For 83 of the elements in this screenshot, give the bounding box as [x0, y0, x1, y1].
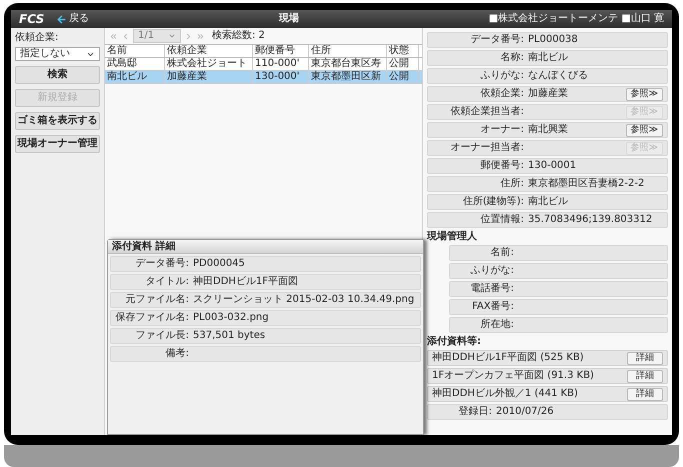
attachment-name: 神田DDHビル外観／1 (441 KB)	[432, 388, 578, 400]
table-cell: 公開	[387, 58, 419, 70]
field-label: 名称:	[500, 52, 524, 64]
field-label: データ番号:	[134, 258, 189, 270]
field-label: 元ファイル名:	[124, 294, 189, 306]
field-value: 南北興業	[528, 124, 568, 136]
window-title: 現場	[278, 13, 300, 25]
field-label: 依頼企業担当者:	[450, 106, 524, 118]
table-cell: 東京都墨田区新	[309, 71, 387, 83]
table-cell: 武島邸	[105, 58, 165, 70]
page-field[interactable]: 1/1	[133, 29, 181, 43]
field-value: 35.7083496;139.803312	[528, 214, 652, 226]
table-cell: 公開	[387, 71, 419, 83]
column-header[interactable]: 住所	[309, 45, 387, 57]
filter-dropdown[interactable]: 指定しない	[15, 47, 100, 61]
search-count: 検索総数: 2	[212, 30, 265, 42]
reference-button[interactable]: 参照≫	[626, 124, 663, 136]
field-value: 南北ビル	[528, 196, 568, 208]
field-label: オーナー:	[480, 124, 524, 136]
column-header[interactable]: 依頼企業	[165, 45, 253, 57]
section-heading: 現場管理人	[427, 231, 478, 243]
field-label: 備考:	[164, 348, 189, 360]
field-value: PL000038	[528, 34, 578, 46]
caret-icon	[168, 32, 176, 40]
field-value: なんぼくびる	[528, 70, 588, 82]
sidebar-button[interactable]: 検索	[15, 66, 100, 84]
table-cell: 110-000'	[253, 58, 309, 70]
table-cell: 南北ビル	[105, 71, 165, 83]
field-label: 名前:	[490, 247, 514, 259]
field-value: 南北ビル	[528, 52, 568, 64]
column-header[interactable]: 郵便番号	[253, 45, 309, 57]
column-header[interactable]: 名前	[105, 45, 165, 57]
field-label: 郵便番号:	[480, 160, 524, 172]
table-cell: 東京都台東区寿	[309, 58, 387, 70]
detail-button[interactable]: 詳細	[627, 370, 663, 382]
field-value: PD000045	[193, 258, 245, 270]
next-page-icon[interactable]	[184, 32, 193, 40]
field-value: 2010/07/26	[496, 406, 554, 418]
field-label: ふりがな:	[470, 265, 514, 277]
first-page-icon[interactable]	[109, 32, 118, 40]
dialog-title: 添付資料 詳細	[112, 240, 176, 252]
field-label: データ番号:	[470, 34, 524, 46]
table-row[interactable]: 武島邸 株式会社ジョート 110-000' 東京都台東区寿 公開	[105, 58, 422, 71]
field-label: 電話番号:	[470, 283, 514, 295]
field-label: 依頼企業:	[480, 88, 524, 100]
back-button[interactable]: 戻る	[56, 13, 90, 25]
field-label: オーナー担当者:	[450, 142, 524, 154]
field-label: 位置情報:	[480, 214, 524, 226]
table-cell: 130-000'	[253, 71, 309, 83]
attachment-name: 神田DDHビル1F平面図 (525 KB)	[432, 352, 584, 364]
field-label: 住所:	[500, 178, 524, 190]
table-cell: 株式会社ジョート	[165, 58, 253, 70]
filter-label: 依頼企業:	[15, 32, 60, 44]
field-value: 東京都墨田区吾妻橋2-2-2	[528, 178, 644, 190]
detail-button[interactable]: 詳細	[627, 352, 663, 364]
sidebar-button[interactable]: ゴミ箱を表示する	[15, 112, 100, 130]
sidebar-button[interactable]: 現場オーナー管理	[15, 135, 100, 153]
field-label: FAX番号:	[471, 301, 514, 313]
user-info: ■株式会社ジョートーメンテ ■山口 寛	[488, 13, 664, 25]
table-cell: 加藤産業	[165, 71, 253, 83]
app-logo: FCS	[19, 13, 44, 25]
back-arrow-icon	[56, 14, 68, 24]
field-label: タイトル:	[144, 276, 189, 288]
reference-button[interactable]: 参照≫	[626, 88, 663, 100]
column-header[interactable]: 状態	[387, 45, 419, 57]
attachment-name: 1Fオープンカフェ平面図 (91.3 KB)	[432, 370, 594, 382]
field-value: 加藤産業	[528, 88, 568, 100]
field-label: 登録日:	[458, 406, 492, 418]
field-value: スクリーンショット 2015-02-03 10.34.49.png	[193, 294, 414, 306]
field-label: 住所(建物等):	[462, 196, 524, 208]
field-value: 神田DDHビル1F平面図	[193, 276, 298, 288]
detail-button[interactable]: 詳細	[627, 388, 663, 400]
previous-page-icon[interactable]	[121, 32, 130, 40]
field-label: ふりがな:	[480, 70, 524, 82]
section-heading: 添付資料等:	[427, 336, 482, 348]
table-row[interactable]: 南北ビル 加藤産業 130-000' 東京都墨田区新 公開	[105, 71, 422, 84]
field-label: 所在地:	[480, 319, 514, 331]
field-value: 130-0001	[528, 160, 576, 172]
field-label: ファイル長:	[134, 330, 189, 342]
field-value: PL003-032.png	[193, 312, 269, 324]
field-value: 537,501 bytes	[193, 330, 266, 342]
field-label: 保存ファイル名:	[115, 312, 189, 324]
last-page-icon[interactable]	[196, 32, 205, 40]
